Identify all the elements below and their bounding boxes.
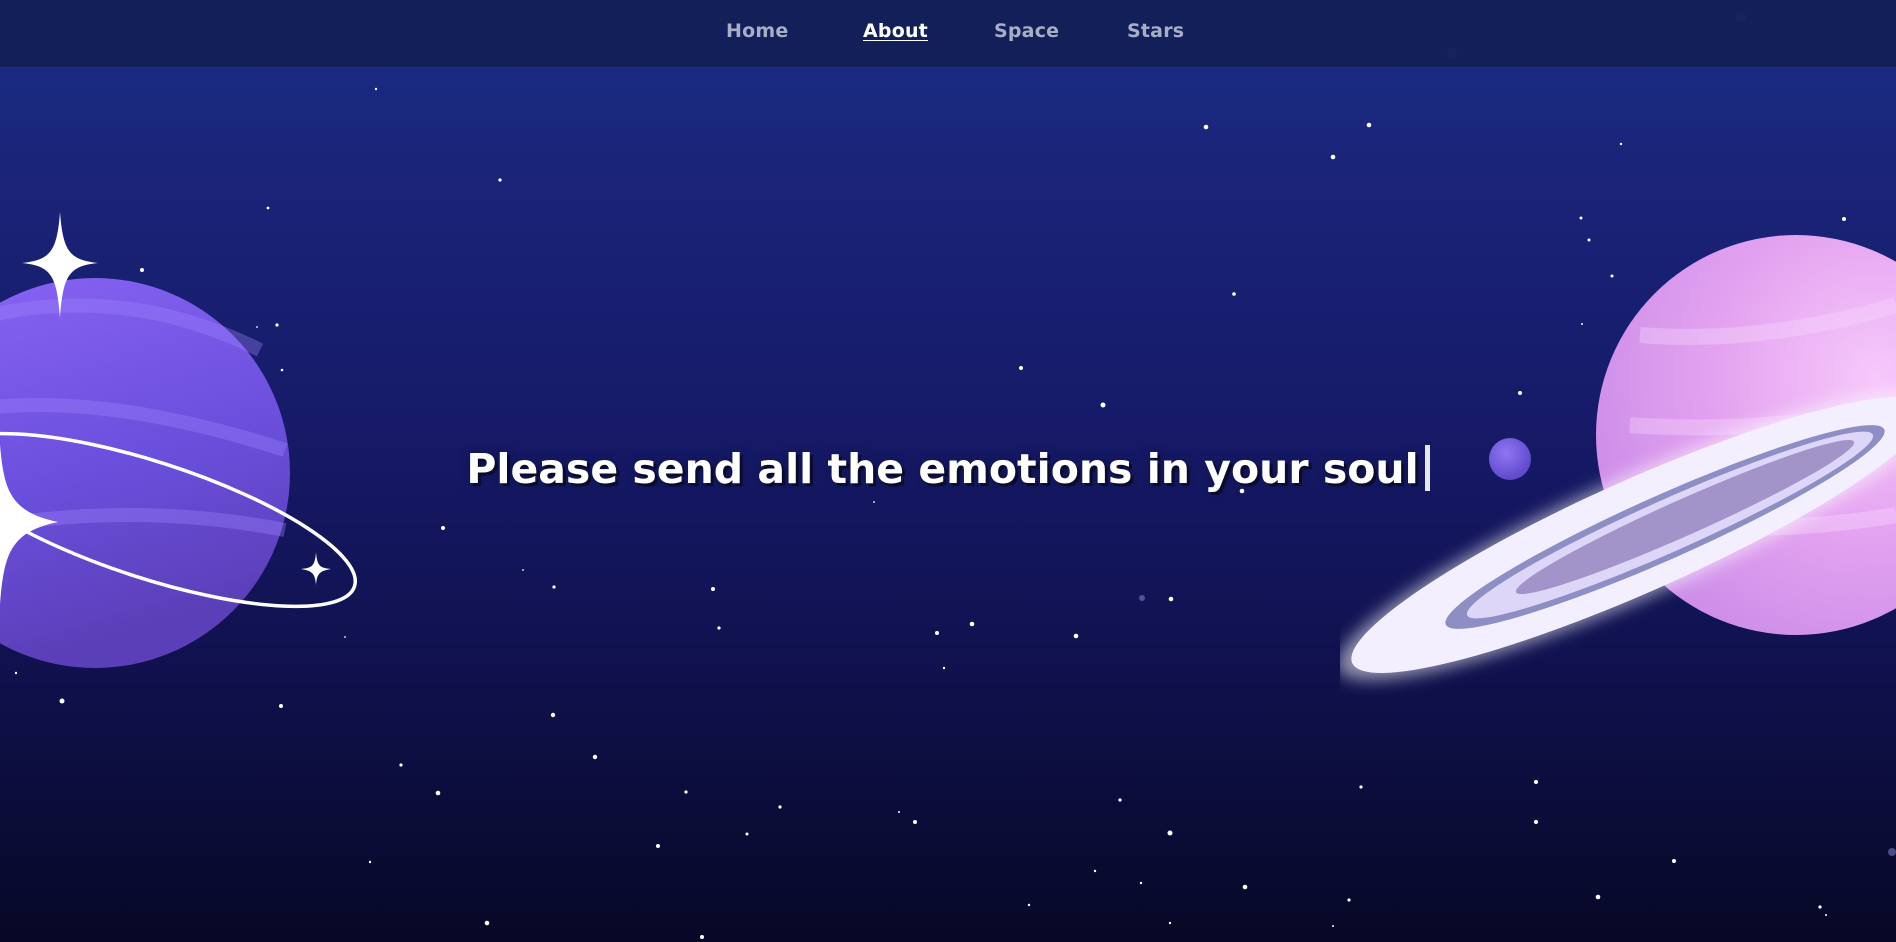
nav-link-home[interactable]: Home — [726, 20, 788, 42]
nav-link-space[interactable]: Space — [994, 20, 1059, 42]
purple-ringed-planet-icon — [0, 212, 358, 668]
typing-caret — [1424, 445, 1430, 491]
nav-link-about[interactable]: About — [863, 20, 928, 42]
hero-headline: Please send all the emotions in your sou… — [0, 445, 1896, 493]
nav-link-stars[interactable]: Stars — [1127, 20, 1184, 42]
top-nav-bar: Home About Space Stars — [0, 0, 1896, 67]
hero-headline-text: Please send all the emotions in your sou… — [466, 445, 1419, 493]
